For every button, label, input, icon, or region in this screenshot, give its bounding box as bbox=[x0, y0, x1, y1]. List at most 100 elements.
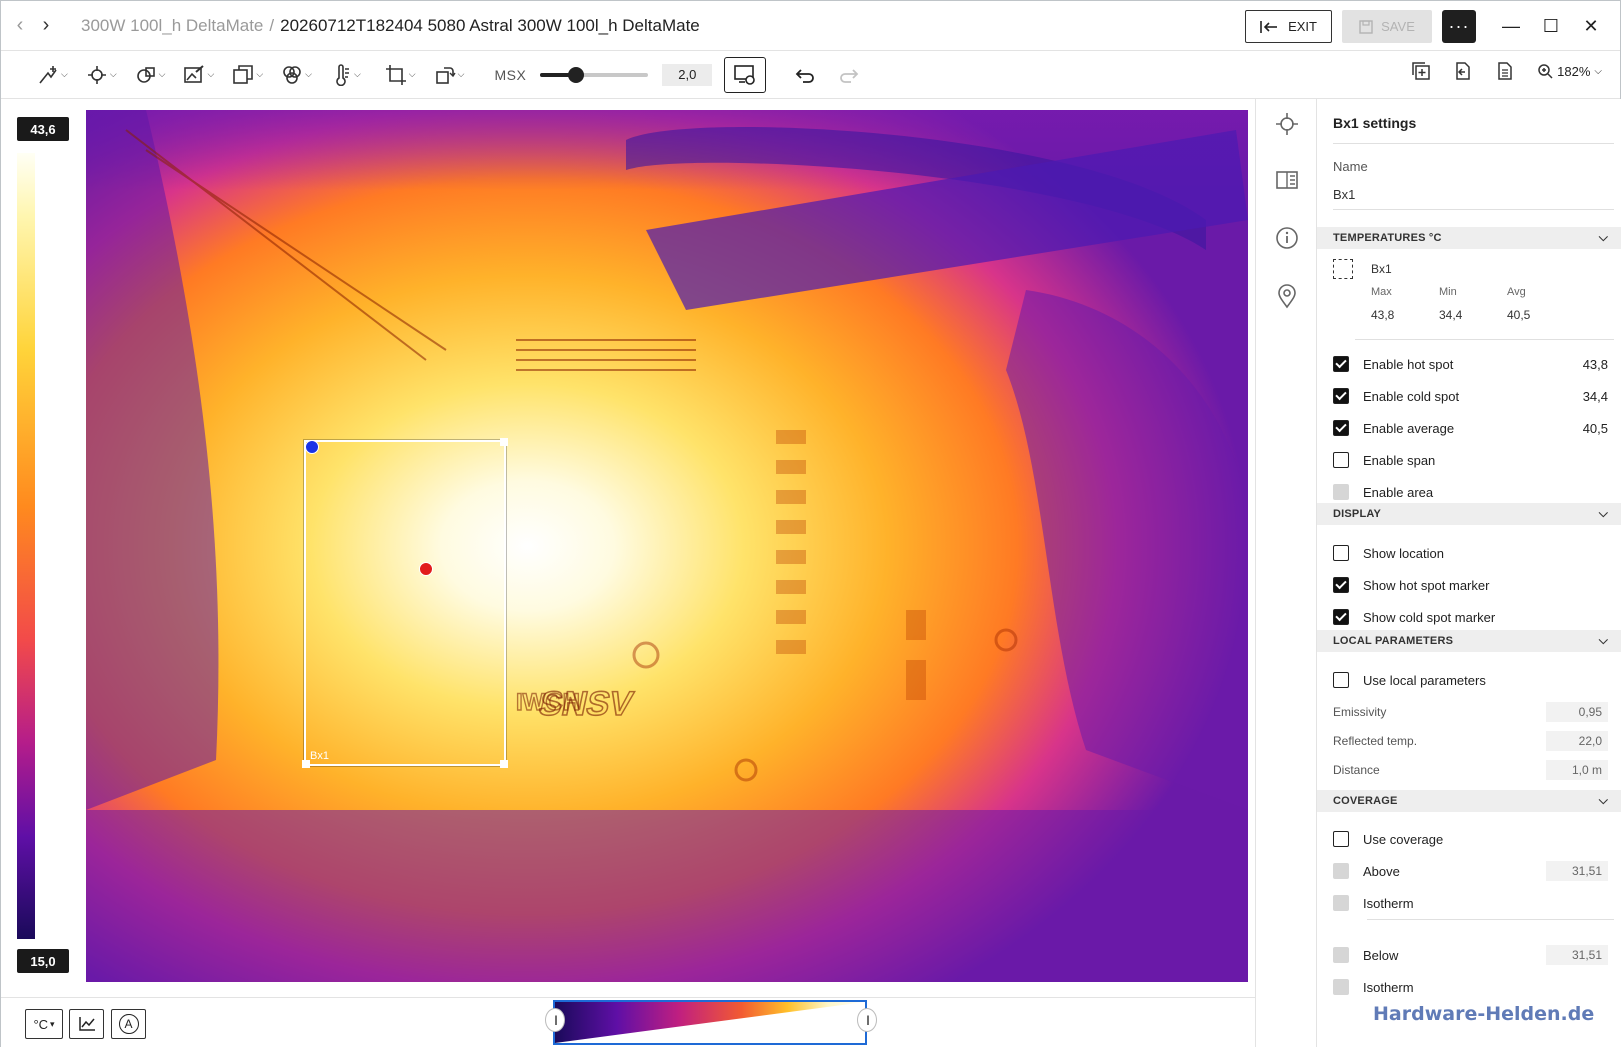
section-display[interactable]: DISPLAY ⌵ bbox=[1317, 503, 1621, 525]
enable-average-checkbox[interactable] bbox=[1333, 420, 1349, 436]
resize-handle[interactable] bbox=[500, 760, 508, 768]
msx-value-field[interactable]: 2,0 bbox=[662, 63, 713, 86]
panel-title: Bx1 settings bbox=[1333, 115, 1417, 131]
redo-button[interactable] bbox=[836, 61, 864, 89]
crop-icon bbox=[385, 64, 406, 85]
undo-button[interactable] bbox=[790, 61, 818, 89]
below-checkbox bbox=[1333, 947, 1349, 963]
msx-slider[interactable] bbox=[540, 66, 649, 83]
thermal-image[interactable]: SNSV IWCH Bx1 bbox=[86, 110, 1248, 982]
enable-average-row[interactable]: Enable average 40,5 bbox=[1333, 417, 1608, 439]
palette-range-slider[interactable] bbox=[553, 1000, 867, 1045]
maximize-icon[interactable]: ☐ bbox=[1536, 12, 1566, 42]
stats-name: Bx1 bbox=[1371, 262, 1392, 276]
section-coverage[interactable]: COVERAGE ⌵ bbox=[1317, 790, 1621, 812]
palette-tool-dropdown[interactable]: ⌵ bbox=[281, 64, 312, 86]
panel-layout-icon[interactable] bbox=[1274, 167, 1300, 193]
reflected-temp-label: Reflected temp. bbox=[1333, 734, 1418, 748]
show-hot-spot-marker-row[interactable]: Show hot spot marker bbox=[1333, 574, 1608, 596]
section-local-parameters-label: LOCAL PARAMETERS bbox=[1333, 635, 1454, 647]
hot-spot-marker[interactable] bbox=[419, 562, 433, 576]
use-coverage-row[interactable]: Use coverage bbox=[1333, 828, 1608, 850]
crop-tool-dropdown[interactable]: ⌵ bbox=[385, 64, 416, 86]
exit-button[interactable]: EXIT bbox=[1245, 10, 1332, 43]
enable-hot-spot-row[interactable]: Enable hot spot 43,8 bbox=[1333, 353, 1608, 375]
chart-icon bbox=[78, 1017, 95, 1031]
show-hot-spot-marker-checkbox[interactable] bbox=[1333, 577, 1349, 593]
temperature-scale-bar[interactable] bbox=[17, 153, 35, 939]
info-icon[interactable] bbox=[1274, 225, 1300, 251]
save-button[interactable]: SAVE bbox=[1342, 10, 1432, 43]
duplicate-icon[interactable] bbox=[1411, 61, 1431, 81]
more-options-button[interactable]: ··· bbox=[1442, 10, 1476, 43]
chevron-down-icon[interactable]: ⌵ bbox=[1599, 633, 1608, 648]
scale-min-value[interactable]: 15,0 bbox=[17, 949, 69, 973]
temperature-tool-dropdown[interactable]: ⌵ bbox=[330, 63, 361, 86]
export-icon[interactable] bbox=[1453, 61, 1473, 81]
close-icon[interactable]: ✕ bbox=[1576, 12, 1606, 42]
name-input[interactable]: Bx1 bbox=[1333, 187, 1355, 202]
annotate-tool-dropdown[interactable]: ⌵ bbox=[183, 64, 214, 86]
range-handle-low[interactable]: ||| bbox=[545, 1008, 565, 1032]
section-temperatures[interactable]: TEMPERATURES °C ⌵ bbox=[1317, 227, 1621, 249]
show-location-row[interactable]: Show location bbox=[1333, 542, 1608, 564]
show-hot-spot-marker-label: Show hot spot marker bbox=[1363, 577, 1490, 593]
section-display-label: DISPLAY bbox=[1333, 508, 1382, 520]
fusion-view-button[interactable] bbox=[724, 56, 767, 93]
crosshair-icon bbox=[87, 65, 106, 84]
use-coverage-checkbox[interactable] bbox=[1333, 831, 1349, 847]
chevron-down-icon[interactable]: ⌵ bbox=[1599, 793, 1608, 808]
measure-tool-dropdown[interactable]: ⌵ bbox=[37, 64, 68, 86]
chevron-down-icon[interactable]: ⌵ bbox=[1599, 230, 1608, 245]
show-location-checkbox[interactable] bbox=[1333, 545, 1349, 561]
isotherm-below-label: Isotherm bbox=[1363, 979, 1414, 995]
redo-icon bbox=[840, 68, 859, 83]
histogram-button[interactable] bbox=[69, 1009, 104, 1039]
distance-input: 1,0 m bbox=[1546, 760, 1608, 780]
enable-span-checkbox[interactable] bbox=[1333, 452, 1349, 468]
scale-max-value[interactable]: 43,6 bbox=[17, 117, 69, 141]
forward-arrow-icon[interactable]: › bbox=[33, 13, 59, 39]
isotherm-above-row: Isotherm bbox=[1333, 892, 1608, 914]
stats-min-label: Min bbox=[1439, 286, 1457, 298]
resize-handle[interactable] bbox=[302, 760, 310, 768]
app-window: ‹ › 300W 100l_h DeltaMate / 20260712T182… bbox=[0, 0, 1621, 1047]
reflected-temp-row: Reflected temp. 22,0 bbox=[1333, 730, 1608, 752]
section-local-parameters[interactable]: LOCAL PARAMETERS ⌵ bbox=[1317, 630, 1621, 652]
enable-hot-spot-checkbox[interactable] bbox=[1333, 356, 1349, 372]
bx1-box-measurement[interactable]: Bx1 bbox=[302, 438, 508, 768]
distance-label: Distance bbox=[1333, 763, 1380, 777]
spot-tool-dropdown[interactable]: ⌵ bbox=[86, 64, 117, 86]
cold-spot-marker[interactable] bbox=[305, 440, 319, 454]
enable-hot-spot-label: Enable hot spot bbox=[1363, 356, 1454, 372]
shape-tool-dropdown[interactable]: ⌵ bbox=[135, 64, 165, 86]
isotherm-above-label: Isotherm bbox=[1363, 895, 1414, 911]
title-bar: ‹ › 300W 100l_h DeltaMate / 20260712T182… bbox=[1, 1, 1620, 51]
enable-average-label: Enable average bbox=[1363, 420, 1455, 436]
location-pin-icon[interactable] bbox=[1274, 283, 1300, 309]
use-local-parameters-row[interactable]: Use local parameters bbox=[1333, 669, 1608, 691]
use-local-parameters-checkbox[interactable] bbox=[1333, 672, 1349, 688]
enable-cold-spot-checkbox[interactable] bbox=[1333, 388, 1349, 404]
resize-handle[interactable] bbox=[500, 438, 508, 446]
back-arrow-icon[interactable]: ‹ bbox=[7, 13, 33, 39]
box-selection-icon bbox=[1333, 259, 1353, 279]
range-handle-high[interactable]: ||| bbox=[857, 1008, 877, 1032]
zoom-dropdown[interactable]: 182% ⌵ bbox=[1537, 63, 1602, 79]
region-tool-dropdown[interactable]: ⌵ bbox=[232, 64, 263, 86]
stats-min-value: 34,4 bbox=[1439, 308, 1463, 322]
show-cold-spot-marker-row[interactable]: Show cold spot marker bbox=[1333, 606, 1608, 628]
auto-adjust-button[interactable]: A bbox=[111, 1009, 146, 1039]
measurement-tools-icon[interactable] bbox=[1274, 111, 1300, 137]
isotherm-above-checkbox bbox=[1333, 895, 1349, 911]
enable-cold-spot-row[interactable]: Enable cold spot 34,4 bbox=[1333, 385, 1608, 407]
breadcrumb-parent[interactable]: 300W 100l_h DeltaMate bbox=[81, 16, 263, 36]
msx-slider-knob[interactable] bbox=[567, 66, 584, 83]
show-cold-spot-marker-checkbox[interactable] bbox=[1333, 609, 1349, 625]
chevron-down-icon[interactable]: ⌵ bbox=[1599, 506, 1608, 521]
report-icon[interactable] bbox=[1495, 61, 1515, 81]
rotate-tool-dropdown[interactable]: ⌵ bbox=[434, 64, 464, 86]
minimize-icon[interactable]: — bbox=[1496, 12, 1526, 42]
enable-span-row[interactable]: Enable span bbox=[1333, 449, 1608, 471]
unit-dropdown[interactable]: °C ▾ bbox=[25, 1009, 63, 1039]
